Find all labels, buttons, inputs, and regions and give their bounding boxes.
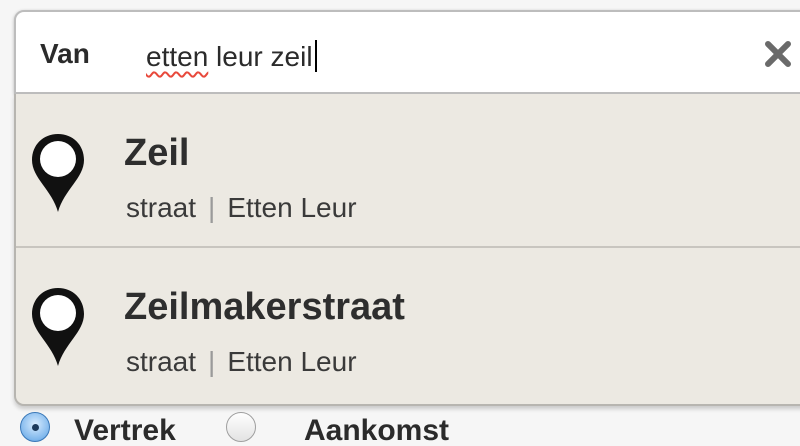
vertrek-radio[interactable]	[20, 412, 50, 442]
suggestion-type: straat	[126, 346, 197, 377]
misspelled-word: etten	[146, 41, 209, 72]
suggestion-dropdown: Zeil straat | Etten Leur Zeilmakerstraat s…	[14, 94, 800, 406]
radio-selected-dot	[32, 424, 39, 431]
suggestion-separator: |	[208, 192, 216, 223]
suggestion-item-zeilmakerstraat[interactable]: Zeilmakerstraat straat | Etten Leur	[16, 248, 800, 402]
suggestion-title: Zeilmakerstraat	[124, 286, 405, 328]
vertrek-label[interactable]: Vertrek	[74, 414, 176, 446]
suggestion-type: straat	[126, 192, 197, 223]
map-pin-icon	[32, 134, 84, 212]
close-icon	[765, 41, 791, 67]
aankomst-radio[interactable]	[226, 412, 256, 442]
suggestion-subtitle: straat | Etten Leur	[126, 192, 357, 224]
map-pin-icon	[32, 288, 84, 366]
suggestion-separator: |	[208, 346, 216, 377]
direction-options: Vertrek Aankomst	[18, 410, 800, 446]
text-caret	[314, 40, 317, 72]
suggestion-title: Zeil	[124, 132, 190, 174]
clear-button[interactable]	[760, 36, 796, 72]
suggestion-item-zeil[interactable]: Zeil straat | Etten Leur	[16, 94, 800, 248]
journey-planner: Van etten leur zeil Zeil straat | Etten Le…	[0, 0, 800, 446]
suggestion-subtitle: straat | Etten Leur	[126, 346, 357, 378]
from-search-input[interactable]: etten leur zeil	[146, 40, 317, 73]
aankomst-label[interactable]: Aankomst	[304, 414, 449, 446]
search-input-text: leur zeil	[208, 41, 313, 72]
from-label: Van	[40, 38, 90, 69]
from-search-box[interactable]: Van etten leur zeil	[14, 10, 800, 94]
suggestion-city: Etten Leur	[227, 346, 357, 377]
suggestion-city: Etten Leur	[227, 192, 357, 223]
